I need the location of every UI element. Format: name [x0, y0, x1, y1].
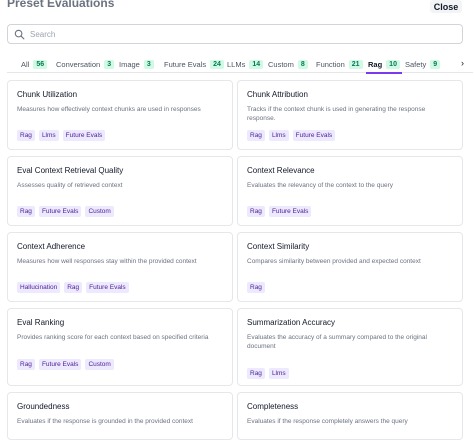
tab-label: Custom	[268, 59, 294, 69]
category-tabs: All 56 Conversation 3 Image 3 Future Eva…	[7, 55, 473, 74]
close-button[interactable]: Close	[430, 0, 462, 13]
tag: Llms	[268, 130, 289, 141]
tab-count-badge: 56	[33, 59, 48, 69]
tag: Rag	[17, 359, 35, 370]
tab-safety[interactable]: Safety 9	[405, 55, 441, 73]
tag: Rag	[17, 206, 35, 217]
card-description: Measures how effectively context chunks …	[17, 106, 201, 113]
card-title: Chunk Attribution	[247, 90, 308, 99]
tag: Rag	[64, 282, 83, 293]
eval-card-chunk-utilization[interactable]: Chunk Utilization Measures how effective…	[7, 80, 233, 150]
dialog-title: Preset Evaluations	[7, 0, 115, 10]
tab-label: Safety	[405, 59, 427, 69]
eval-card-context-adherence[interactable]: Context Adherence Measures how well resp…	[7, 232, 233, 302]
dialog-header: Preset Evaluations Close	[0, 0, 474, 14]
tag: Future Evals	[62, 130, 106, 141]
tab-label: Future Evals	[164, 59, 207, 69]
eval-card-completeness[interactable]: Completeness Evaluates if the response c…	[237, 392, 463, 440]
eval-card-groundedness[interactable]: Groundedness Evaluates if the response i…	[7, 392, 233, 440]
tag: Llms	[38, 130, 59, 141]
tag: Future Evals	[292, 130, 336, 141]
tag: Rag	[247, 282, 265, 293]
card-description: Provides ranking score for each context …	[17, 334, 209, 341]
tab-count-badge: 3	[104, 59, 115, 69]
tab-rag[interactable]: Rag 10	[366, 55, 402, 74]
tag: Rag	[247, 368, 265, 379]
tab-label: Function	[316, 59, 345, 69]
chevron-right-icon[interactable]: ›	[461, 58, 464, 68]
tab-conversation[interactable]: Conversation 3	[56, 55, 115, 73]
tab-count-badge: 8	[297, 59, 308, 69]
tab-count-badge: 10	[386, 59, 400, 69]
tab-future-evals[interactable]: Future Evals 24	[164, 55, 224, 73]
tag: Future Evals	[268, 206, 312, 217]
eval-card-chunk-attribution[interactable]: Chunk Attribution Tracks if the context …	[237, 80, 463, 150]
tab-all[interactable]: All 56	[21, 55, 48, 73]
card-tags: Rag Future Evals Custom	[17, 359, 114, 370]
card-tags: Hallucination Rag Future Evals	[17, 282, 129, 293]
tag: Rag	[247, 130, 265, 141]
card-description: Measures how well responses stay within …	[17, 258, 197, 265]
card-title: Groundedness	[17, 402, 70, 411]
card-title: Context Adherence	[17, 242, 86, 251]
tag: Future Evals	[38, 359, 82, 370]
tag: Rag	[247, 206, 265, 217]
tab-count-badge: 21	[348, 59, 363, 69]
search-input[interactable]	[30, 27, 450, 41]
tab-count-badge: 24	[210, 59, 224, 69]
tab-label: All	[21, 59, 30, 69]
tag: Custom	[85, 359, 114, 370]
tab-label: Rag	[368, 59, 383, 69]
card-title: Completeness	[247, 402, 299, 411]
tag: Rag	[17, 130, 35, 141]
search-icon	[14, 29, 25, 40]
tag: Custom	[85, 206, 114, 217]
tag: Future Evals	[38, 206, 82, 217]
card-tags: Rag Llms Future Evals	[17, 130, 106, 141]
search-box[interactable]	[7, 24, 463, 44]
tab-llms[interactable]: LLMs 14	[227, 55, 264, 73]
card-title: Context Similarity	[247, 242, 310, 251]
card-description: Evaluates if the response is grounded in…	[17, 418, 193, 425]
card-tags: Rag	[247, 282, 265, 293]
tab-count-badge: 9	[430, 59, 441, 69]
tab-count-badge: 14	[249, 59, 264, 69]
tab-count-badge: 3	[143, 59, 154, 69]
tag: Future Evals	[86, 282, 129, 293]
card-tags: Rag Future Evals Custom	[17, 206, 114, 217]
card-title: Summarization Accuracy	[247, 318, 336, 327]
tag: Hallucination	[17, 282, 61, 293]
tab-label: LLMs	[227, 59, 246, 69]
card-title: Context Relevance	[247, 166, 315, 175]
card-title: Chunk Utilization	[17, 90, 78, 99]
card-description: Assesses quality of retrieved context	[17, 182, 123, 189]
card-description: Tracks if the context chunk is used in g…	[247, 106, 426, 122]
tab-label: Conversation	[56, 59, 101, 69]
eval-card-eval-ranking[interactable]: Eval Ranking Provides ranking score for …	[7, 308, 233, 386]
tag: Llms	[268, 368, 289, 379]
eval-card-context-relevance[interactable]: Context Relevance Evaluates the relevanc…	[237, 156, 463, 226]
eval-card-context-similarity[interactable]: Context Similarity Compares similarity b…	[237, 232, 463, 302]
card-tags: Rag Llms	[247, 368, 289, 379]
card-description: Evaluates the accuracy of a summary comp…	[247, 334, 427, 350]
tab-label: Image	[119, 59, 140, 69]
tab-image[interactable]: Image 3	[119, 55, 154, 73]
tab-custom[interactable]: Custom 8	[268, 55, 308, 73]
card-title: Eval Ranking	[17, 318, 65, 327]
card-title: Eval Context Retrieval Quality	[17, 166, 124, 175]
eval-card-summarization-accuracy[interactable]: Summarization Accuracy Evaluates the acc…	[237, 308, 463, 386]
card-description: Evaluates if the response completely ans…	[247, 418, 408, 425]
eval-card-context-retrieval-quality[interactable]: Eval Context Retrieval Quality Assesses …	[7, 156, 233, 226]
card-tags: Rag Llms Future Evals	[247, 130, 336, 141]
card-description: Evaluates the relevancy of the context t…	[247, 182, 393, 189]
card-tags: Rag Future Evals	[247, 206, 312, 217]
card-description: Compares similarity between provided and…	[247, 258, 421, 265]
tab-function[interactable]: Function 21	[316, 55, 363, 73]
